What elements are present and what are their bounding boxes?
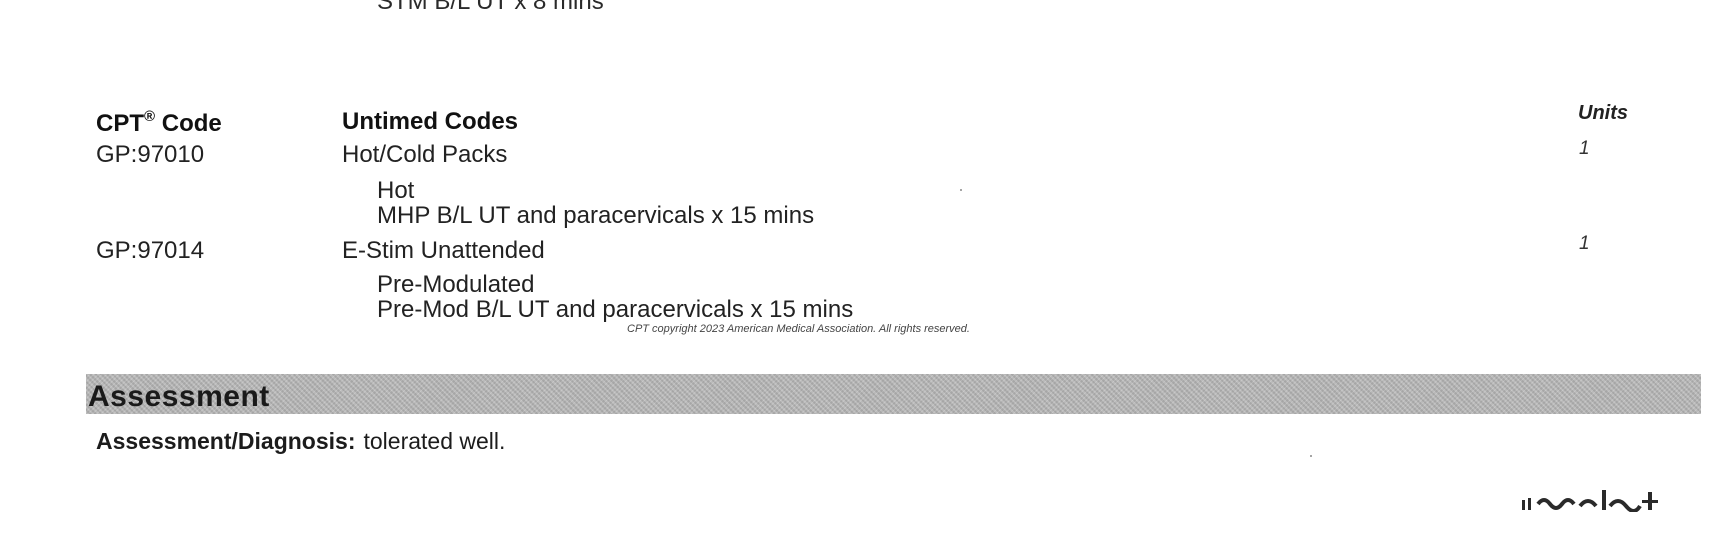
row-detail-line: Pre-Modulated xyxy=(377,271,535,298)
cropped-signature-image xyxy=(1522,490,1658,512)
row-detail-line: Pre-Mod B/L UT and paracervicals x 15 mi… xyxy=(377,296,854,323)
assessment-section-band xyxy=(86,374,1701,414)
row-units: 1 xyxy=(1579,138,1590,159)
header-cpt-code: CPT® Code xyxy=(96,108,222,138)
header-cpt-label: CPT xyxy=(96,110,144,137)
cpt-copyright-notice: CPT copyright 2023 American Medical Asso… xyxy=(627,323,970,335)
header-units: Units xyxy=(1578,102,1628,124)
row-detail-line: MHP B/L UT and paracervicals x 15 mins xyxy=(377,202,815,229)
assessment-section-title: Assessment xyxy=(88,380,270,413)
row-description: Hot/Cold Packs xyxy=(342,141,508,168)
row-description: E-Stim Unattended xyxy=(342,237,545,264)
scan-speck xyxy=(1310,455,1312,457)
partial-treatment-line: STM B/L UT x 8 mins xyxy=(377,0,604,15)
row-units: 1 xyxy=(1579,233,1590,254)
header-code-suffix: Code xyxy=(155,110,222,137)
assessment-diagnosis: Assessment/Diagnosis: tolerated well. xyxy=(96,428,505,455)
header-untimed-codes: Untimed Codes xyxy=(342,108,519,135)
row-code: GP:97010 xyxy=(96,141,205,168)
registered-mark: ® xyxy=(144,108,156,125)
row-detail-line: Hot xyxy=(377,177,415,204)
assessment-diagnosis-value: tolerated well. xyxy=(363,428,506,454)
scan-speck xyxy=(960,189,962,191)
row-code: GP:97014 xyxy=(96,237,205,264)
assessment-diagnosis-label: Assessment/Diagnosis: xyxy=(96,428,356,454)
